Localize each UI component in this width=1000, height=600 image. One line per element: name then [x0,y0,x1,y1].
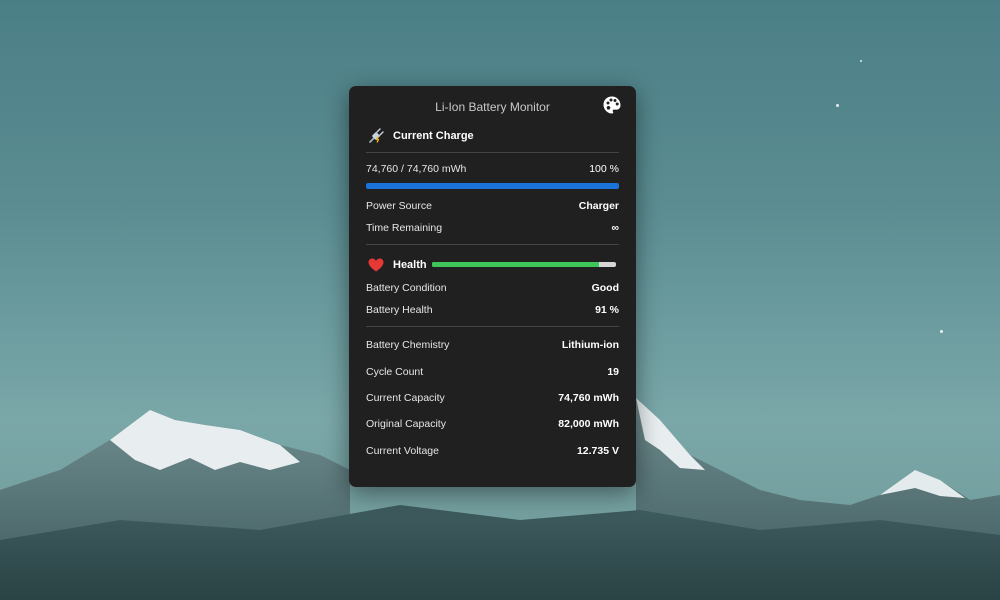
battery-condition-label: Battery Condition [366,282,447,294]
battery-monitor-window: Li-Ion Battery Monitor Current Charge 74… [349,86,636,487]
battery-condition-row: Battery Condition Good [366,281,619,295]
health-progress-bar [432,262,616,267]
detail-row: Battery Chemistry Lithium-ion [366,338,619,352]
charge-energy-text: 74,760 / 74,760 mWh [366,163,467,175]
time-remaining-value: ∞ [611,222,620,234]
original-capacity-label: Original Capacity [366,418,446,430]
battery-condition-value: Good [591,282,619,294]
battery-health-label: Battery Health [366,304,433,316]
detail-row: Original Capacity 82,000 mWh [366,417,619,431]
original-capacity-value: 82,000 mWh [558,418,619,430]
detail-row: Current Capacity 74,760 mWh [366,391,619,405]
divider [366,244,619,245]
battery-chemistry-value: Lithium-ion [561,339,619,351]
current-voltage-label: Current Voltage [366,445,439,457]
current-charge-heading: Current Charge [393,130,474,142]
time-remaining-label: Time Remaining [366,222,443,234]
cycle-count-value: 19 [607,366,619,378]
battery-chemistry-label: Battery Chemistry [366,339,450,351]
heart-icon [367,256,385,274]
battery-health-value: 91 % [595,304,619,316]
detail-row: Current Voltage 12.735 V [366,444,619,458]
current-capacity-label: Current Capacity [366,392,445,404]
charge-energy-row: 74,760 / 74,760 mWh 100 % [366,162,619,176]
plug-charging-icon [367,127,385,145]
current-voltage-value: 12.735 V [576,445,619,457]
charge-progress-fill [366,183,619,189]
time-remaining-row: Time Remaining ∞ [366,221,619,235]
current-capacity-value: 74,760 mWh [558,392,619,404]
power-source-row: Power Source Charger [366,199,619,213]
charge-percent-text: 100 % [589,163,619,175]
power-source-value: Charger [578,200,619,212]
health-header: Health [367,256,427,274]
current-charge-header: Current Charge [367,127,474,145]
divider [366,152,619,153]
window-title: Li-Ion Battery Monitor [435,100,550,114]
palette-icon[interactable] [602,95,622,115]
battery-health-row: Battery Health 91 % [366,303,619,317]
health-heading: Health [393,259,427,271]
cycle-count-label: Cycle Count [366,366,424,378]
divider [366,326,619,327]
power-source-label: Power Source [366,200,432,212]
charge-progress-bar [366,183,619,189]
desktop-background: Li-Ion Battery Monitor Current Charge 74… [0,0,1000,600]
health-progress-fill [432,262,600,267]
detail-row: Cycle Count 19 [366,365,619,379]
